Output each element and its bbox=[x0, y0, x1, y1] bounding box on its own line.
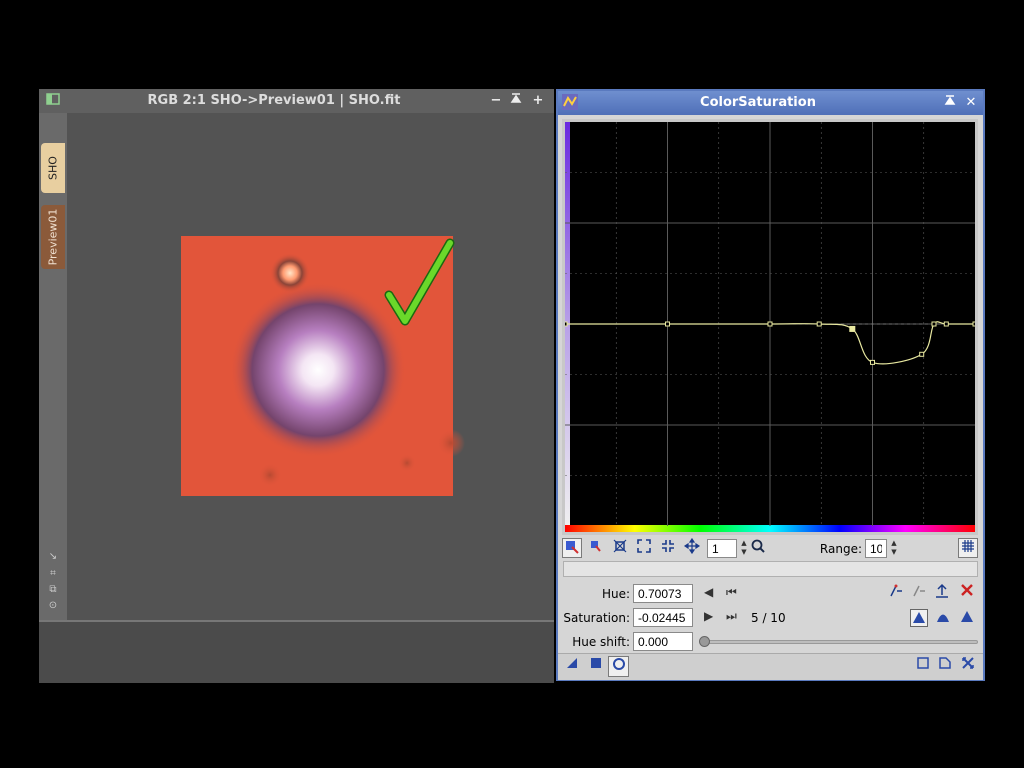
pan-icon[interactable]: ⧉ bbox=[47, 584, 59, 596]
saturation-label: Saturation: bbox=[563, 611, 630, 625]
curve-control-point[interactable] bbox=[816, 321, 822, 327]
apply-global-icon[interactable] bbox=[586, 656, 606, 676]
shade-icon[interactable] bbox=[942, 94, 958, 112]
close-icon[interactable]: ✕ bbox=[963, 94, 979, 112]
point-counter: 5 / 10 bbox=[751, 611, 786, 625]
akima-interpolation-button[interactable] bbox=[910, 609, 928, 627]
process-window-titlebar[interactable]: ColorSaturation ✕ bbox=[558, 91, 983, 115]
hue-input[interactable] bbox=[633, 584, 693, 603]
hue-shift-label: Hue shift: bbox=[572, 635, 630, 649]
hue-shift-slider-handle[interactable] bbox=[699, 636, 710, 647]
curve-control-point[interactable] bbox=[665, 321, 670, 327]
curve-control-point[interactable] bbox=[870, 359, 875, 365]
reset-instance-icon[interactable] bbox=[958, 656, 978, 676]
browse-documentation-icon[interactable] bbox=[913, 656, 933, 676]
view-tab-strip: SHO Preview01 ↘ ⌗ ⧉ ⊙ bbox=[39, 113, 67, 620]
hue-shift-slider[interactable] bbox=[703, 640, 978, 644]
image-canvas[interactable] bbox=[67, 113, 554, 620]
zoom-in-mode-icon[interactable] bbox=[634, 538, 654, 558]
first-point-icon[interactable]: ⏮ bbox=[726, 585, 737, 600]
invert-curve-icon[interactable] bbox=[886, 583, 906, 603]
saturation-input[interactable] bbox=[633, 608, 693, 627]
readout-tool-icon[interactable]: ↘ bbox=[47, 551, 59, 563]
curve-control-point[interactable] bbox=[849, 325, 856, 332]
track-view-icon[interactable] bbox=[935, 656, 955, 676]
curve-control-point[interactable] bbox=[565, 321, 568, 327]
zoom-factor-input[interactable] bbox=[707, 539, 737, 558]
hue-label: Hue: bbox=[601, 587, 630, 601]
curve-control-point[interactable] bbox=[767, 321, 773, 327]
real-time-preview-icon[interactable] bbox=[608, 656, 629, 677]
zoom-out-mode-icon[interactable] bbox=[658, 538, 678, 558]
colorsaturation-window: ColorSaturation ✕ 1 ▲ ▼ Range: 10 ▲ ▼ Hu… bbox=[556, 89, 985, 681]
reset-curve-icon[interactable] bbox=[957, 583, 977, 603]
next-point-icon[interactable]: ▶ bbox=[704, 609, 713, 623]
curve-control-point[interactable] bbox=[931, 321, 937, 327]
pan-mode-icon[interactable] bbox=[682, 537, 702, 558]
maximize-icon[interactable]: + bbox=[530, 92, 546, 110]
curve-control-point[interactable] bbox=[919, 351, 925, 357]
linear-interpolation-button[interactable] bbox=[958, 609, 976, 627]
tab-preview01[interactable]: Preview01 bbox=[41, 205, 65, 269]
zoom-icon[interactable] bbox=[748, 538, 768, 558]
range-input[interactable] bbox=[865, 539, 887, 558]
hue-shift-input[interactable] bbox=[633, 632, 693, 651]
show-grid-button[interactable] bbox=[958, 538, 978, 558]
shade-icon[interactable] bbox=[508, 92, 524, 110]
image-window-bottom-area bbox=[39, 620, 554, 683]
select-point-mode-button[interactable] bbox=[586, 538, 606, 558]
redo-curve-icon[interactable] bbox=[909, 583, 929, 603]
range-spinner[interactable]: ▲ ▼ bbox=[888, 539, 900, 558]
store-curve-icon[interactable] bbox=[932, 583, 952, 603]
saturation-curve-frame bbox=[562, 119, 978, 535]
image-window-titlebar[interactable]: RGB 2:1 SHO->Preview01 | SHO.fit − + bbox=[39, 89, 554, 113]
edit-point-mode-button[interactable] bbox=[562, 538, 582, 558]
curve-control-point[interactable] bbox=[972, 321, 975, 327]
cubic-interpolation-button[interactable] bbox=[934, 609, 952, 627]
tab-preview01-label: Preview01 bbox=[46, 208, 60, 266]
info-bar bbox=[563, 561, 978, 577]
curve-control-point[interactable] bbox=[943, 321, 949, 327]
minimize-icon[interactable]: − bbox=[488, 92, 504, 110]
fit-view-icon[interactable]: ⌗ bbox=[47, 568, 59, 580]
new-instance-icon[interactable] bbox=[562, 656, 582, 676]
center-icon[interactable]: ⊙ bbox=[47, 600, 59, 612]
previous-point-icon[interactable]: ◀ bbox=[704, 585, 713, 599]
preview-image bbox=[181, 236, 465, 496]
hue-scale-bar bbox=[565, 525, 975, 532]
range-label: Range: bbox=[819, 542, 862, 556]
last-point-icon[interactable]: ⏭ bbox=[726, 609, 737, 624]
image-window: RGB 2:1 SHO->Preview01 | SHO.fit − + SHO… bbox=[39, 89, 554, 683]
delete-point-mode-button[interactable] bbox=[610, 538, 630, 558]
process-bottom-bar bbox=[558, 653, 983, 680]
process-window-title: ColorSaturation bbox=[700, 95, 816, 110]
saturation-curve-graph[interactable] bbox=[565, 122, 975, 532]
tab-sho-label: SHO bbox=[46, 156, 60, 180]
tab-sho[interactable]: SHO bbox=[41, 143, 65, 193]
image-window-title: RGB 2:1 SHO->Preview01 | SHO.fit bbox=[147, 93, 401, 108]
